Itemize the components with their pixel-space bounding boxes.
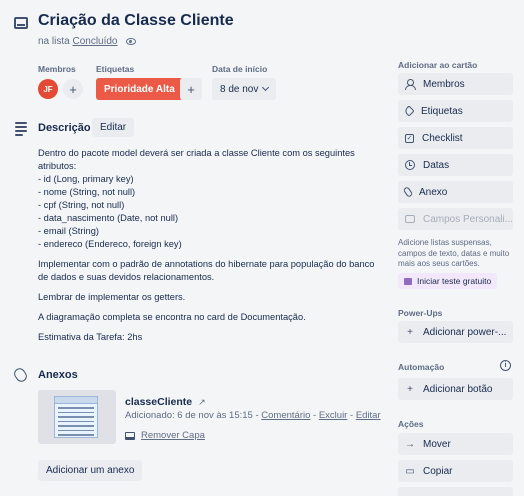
copy-icon: ▭ (405, 465, 415, 477)
plus-icon: + (407, 383, 413, 395)
add-powerup-label: Adicionar power-... (423, 326, 507, 338)
card-cover-icon (125, 431, 135, 440)
start-date-button[interactable]: 8 de nov (212, 78, 277, 100)
attachment-filename[interactable]: classeCliente (125, 396, 192, 408)
sidebar-dates-button[interactable]: Datas (398, 154, 513, 176)
sidebar-members-button[interactable]: Membros (398, 73, 513, 95)
attachment-name[interactable]: classeCliente ↗ (125, 396, 206, 408)
sidebar-labels-button[interactable]: Etiquetas (398, 100, 513, 122)
attachment-meta: Adicionado: 6 de nov às 15:15 - Comentár… (125, 410, 381, 421)
desc-line: - id (Long, primary key) (38, 174, 134, 184)
card-icon (14, 17, 28, 29)
add-powerup-button[interactable]: + Adicionar power-... (398, 321, 513, 343)
sidebar-dates-label: Datas (423, 159, 450, 171)
custom-fields-note: Adicione listas suspensas, campos de tex… (398, 238, 510, 268)
description-paragraph: Implementar com o padrão de annotations … (38, 258, 390, 284)
member-avatar[interactable]: JF (38, 79, 58, 99)
move-label: Mover (423, 438, 451, 450)
sidebar-checklist-button[interactable]: ✓ Checklist (398, 127, 513, 149)
separator: - (347, 410, 356, 421)
comment-link[interactable]: Comentário (261, 410, 310, 421)
remove-cover-button[interactable]: Remover Capa (125, 430, 205, 441)
add-button-button[interactable]: + Adicionar botão (398, 378, 513, 400)
automation-heading: Automação (398, 362, 445, 372)
card-list-info: na lista Concluído (38, 36, 137, 47)
edit-link[interactable]: Editar (356, 410, 381, 421)
sidebar-labels-label: Etiquetas (421, 105, 463, 117)
attachment-thumbnail[interactable] (38, 390, 116, 444)
move-button[interactable]: → Mover (398, 433, 513, 455)
chevron-down-icon (262, 83, 270, 91)
tag-icon (403, 105, 415, 117)
description-body[interactable]: Dentro do pacote model deverá ser criada… (38, 147, 390, 351)
sidebar-attachment-label: Anexo (419, 186, 448, 198)
add-label-button[interactable]: + (180, 78, 202, 100)
sidebar-members-label: Membros (423, 78, 465, 90)
gift-icon (404, 277, 412, 285)
desc-line: - data_nascimento (Date, not null) (38, 213, 179, 223)
description-icon (15, 122, 27, 138)
label-priority-high[interactable]: Prioridade Alta (96, 78, 183, 100)
add-to-card-heading: Adicionar ao cartão (398, 60, 478, 70)
list-link[interactable]: Concluído (72, 36, 117, 47)
plus-icon: + (187, 81, 195, 97)
plus-icon: + (69, 81, 77, 97)
paperclip-icon (402, 186, 414, 198)
separator: - (310, 410, 319, 421)
add-attachment-button[interactable]: Adicionar um anexo (38, 460, 143, 481)
diagram-preview (54, 396, 98, 438)
add-button-label: Adicionar botão (423, 383, 493, 395)
description-heading: Descrição (38, 122, 91, 134)
separator: - (252, 410, 262, 421)
delete-link[interactable]: Excluir (319, 410, 348, 421)
start-date-label: Data de início (212, 64, 268, 74)
copy-label: Copiar (423, 465, 453, 477)
desc-line: Dentro do pacote model deverá ser criada… (38, 148, 355, 158)
start-date-value: 8 de nov (220, 83, 259, 95)
copy-button[interactable]: ▭ Copiar (398, 460, 513, 482)
desc-line: atributos: (38, 161, 77, 171)
list-prefix: na lista (38, 36, 70, 47)
arrow-right-icon: → (405, 438, 415, 450)
sidebar-custom-fields-label: Campos Personali... (423, 213, 513, 225)
labels-label: Etiquetas (96, 64, 135, 74)
desc-line: - endereco (Endereco, foreign key) (38, 239, 182, 249)
paperclip-icon (11, 366, 30, 384)
desc-line: - email (String) (38, 226, 99, 236)
card-title[interactable]: Criação da Classe Cliente (38, 12, 234, 30)
members-label: Membros (38, 64, 76, 74)
desc-line: - cpf (String, not null) (38, 200, 125, 210)
next-action-button[interactable]: ▭ (398, 487, 513, 496)
sidebar-attachment-button[interactable]: Anexo (398, 181, 513, 203)
checklist-icon: ✓ (405, 133, 414, 143)
description-paragraph: Estimativa da Tarefa: 2hs (38, 332, 143, 342)
person-icon (405, 79, 416, 90)
clock-icon (405, 160, 415, 170)
custom-field-icon (405, 215, 415, 223)
actions-heading: Ações (398, 419, 424, 429)
desc-line: - nome (String, not null) (38, 187, 136, 197)
remove-cover-label: Remover Capa (141, 430, 205, 441)
sidebar-checklist-label: Checklist (422, 132, 463, 144)
sidebar-custom-fields-button[interactable]: Campos Personali... (398, 208, 513, 230)
description-paragraph: A diagramação completa se encontra no ca… (38, 312, 306, 322)
attachment-added: Adicionado: 6 de nov às 15:15 (125, 410, 253, 421)
description-paragraph: Dentro do pacote model deverá ser criada… (38, 147, 390, 251)
external-link-icon[interactable]: ↗ (198, 397, 206, 408)
attachments-heading: Anexos (38, 369, 78, 381)
desc-line: de dados e suas devidos relacionamentos. (38, 272, 215, 282)
edit-description-button[interactable]: Editar (92, 118, 135, 137)
eye-icon[interactable] (126, 38, 137, 45)
start-trial-label: Iniciar teste gratuito (417, 276, 492, 286)
powerups-heading: Power-Ups (398, 308, 443, 318)
description-paragraph: Lembrar de implementar os getters. (38, 292, 186, 302)
plus-icon: + (407, 326, 413, 338)
info-icon[interactable]: i (500, 360, 511, 371)
add-member-button[interactable]: + (63, 79, 83, 99)
desc-line: Implementar com o padrão de annotations … (38, 259, 375, 269)
start-trial-button[interactable]: Iniciar teste gratuito (398, 273, 498, 289)
